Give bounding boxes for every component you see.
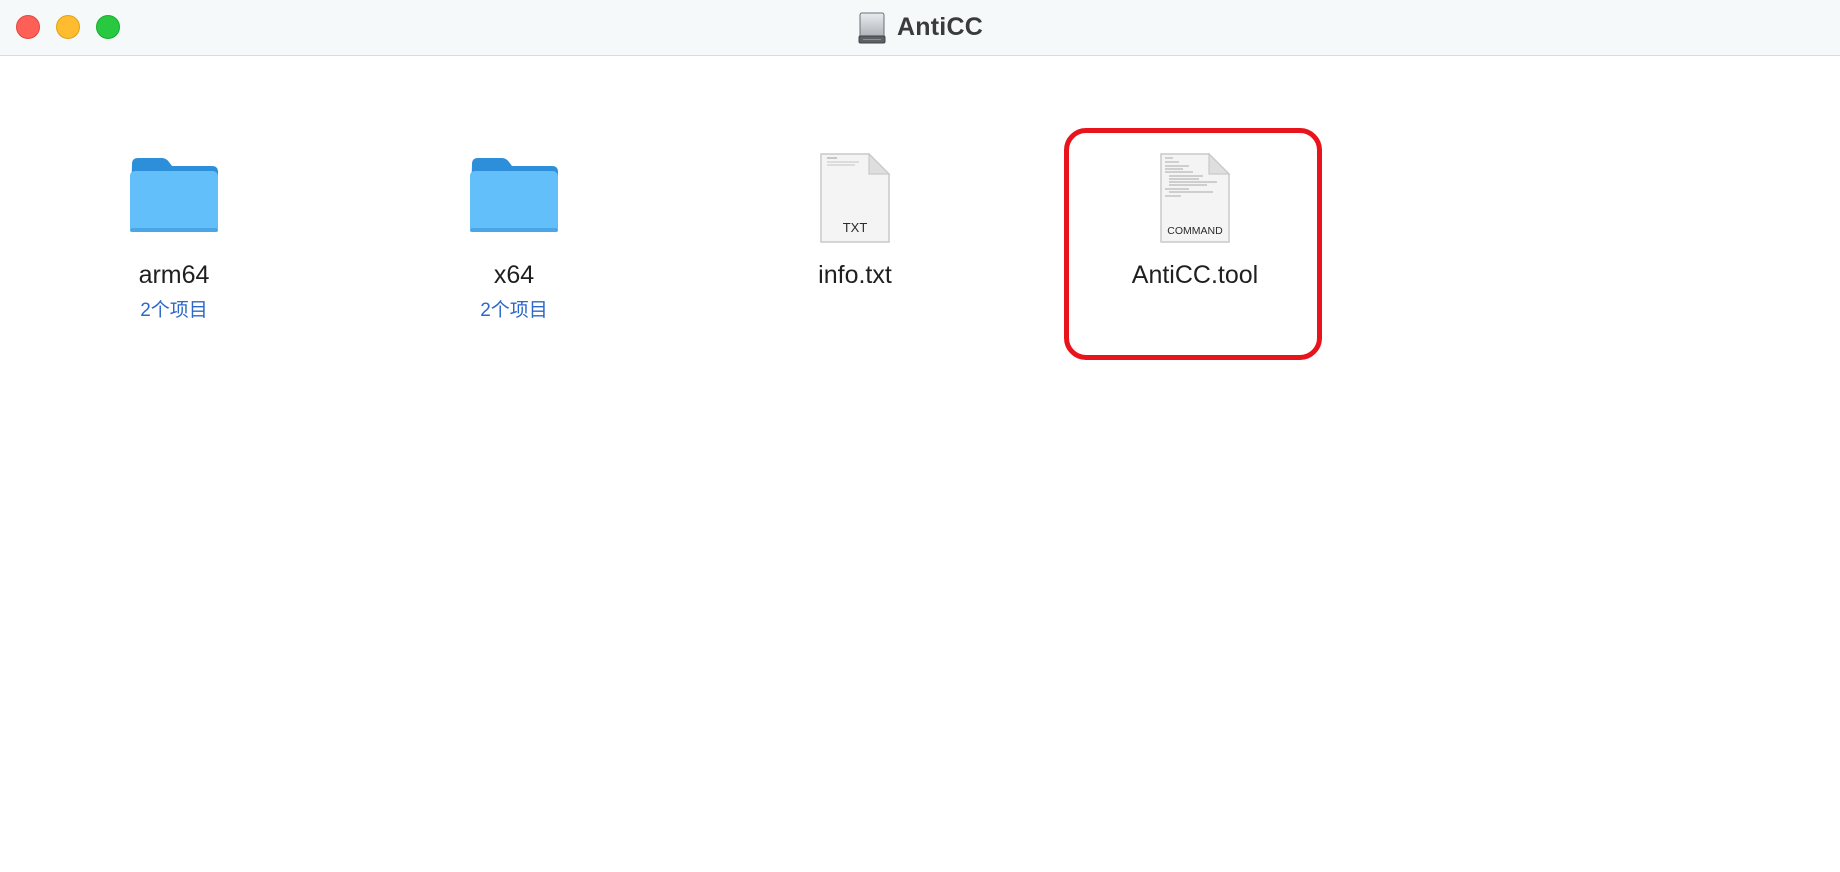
highlight-box [1064,128,1322,360]
folder-icon [468,156,560,241]
item-name: arm64 [138,261,210,289]
folder-icon [128,156,220,241]
item-name: info.txt [818,261,892,289]
title-bar[interactable]: AntiCC [0,0,1840,56]
window-title: AntiCC [897,13,983,41]
item-count: 2个项目 [140,300,208,321]
txt-document-icon: TXT [819,152,891,249]
file-item-info-txt[interactable]: TXT info.txt [735,106,975,306]
folder-item-arm64[interactable]: arm64 2个项目 [54,106,294,321]
external-drive-icon [858,12,886,43]
finder-window: AntiCC arm64 2个项目 x64 2个项目 TXT info.txt … [0,0,1840,872]
txt-badge: TXT [843,220,868,235]
item-name: x64 [493,261,535,289]
window-title-group: AntiCC [0,0,1840,55]
icon-view[interactable]: arm64 2个项目 x64 2个项目 TXT info.txt COMMAND… [0,56,1840,872]
folder-item-x64[interactable]: x64 2个项目 [394,106,634,321]
item-count: 2个项目 [480,300,548,321]
